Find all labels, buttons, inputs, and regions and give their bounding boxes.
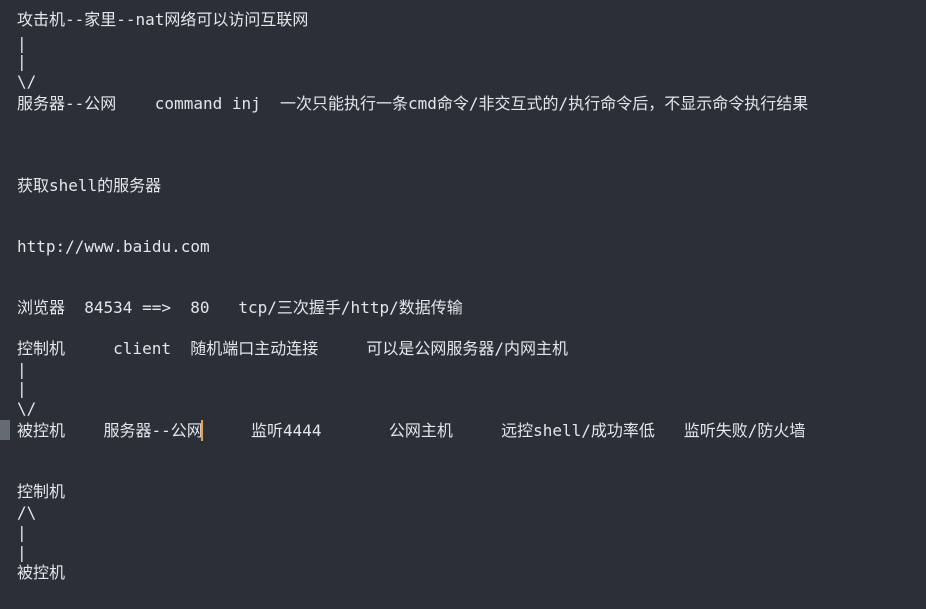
text-line: 控制机 client 随机端口主动连接 可以是公网服务器/内网主机 [17, 339, 569, 358]
text-line: 服务器--公网 command inj 一次只能执行一条cmd命令/非交互式的/… [17, 94, 809, 113]
text-cursor [201, 420, 203, 441]
text-line: \/ [17, 399, 37, 418]
text-line: 攻击机--家里--nat网络可以访问互联网 [17, 10, 309, 29]
text-line: 获取shell的服务器 [17, 176, 162, 195]
text-line: | [17, 52, 27, 71]
current-line-marker [0, 420, 10, 440]
text-line: 控制机 [17, 482, 66, 501]
text-line: | [17, 379, 27, 398]
text-line: | [17, 360, 27, 379]
text-line: 被控机 服务器--公网 监听4444 公网主机 远控shell/成功率低 监听失… [17, 421, 806, 440]
text-line: /\ [17, 503, 37, 522]
text-line: \/ [17, 72, 37, 91]
text-line: | [17, 523, 27, 542]
text-line: | [17, 34, 27, 53]
text-line: http://www.baidu.com [17, 237, 210, 256]
text-line: 浏览器 84534 ==> 80 tcp/三次握手/http/数据传输 [17, 298, 463, 317]
text-editor-area[interactable]: 攻击机--家里--nat网络可以访问互联网 | | \/ 服务器--公网 com… [0, 0, 926, 609]
text-line: | [17, 543, 27, 562]
text-line: 被控机 [17, 563, 66, 582]
